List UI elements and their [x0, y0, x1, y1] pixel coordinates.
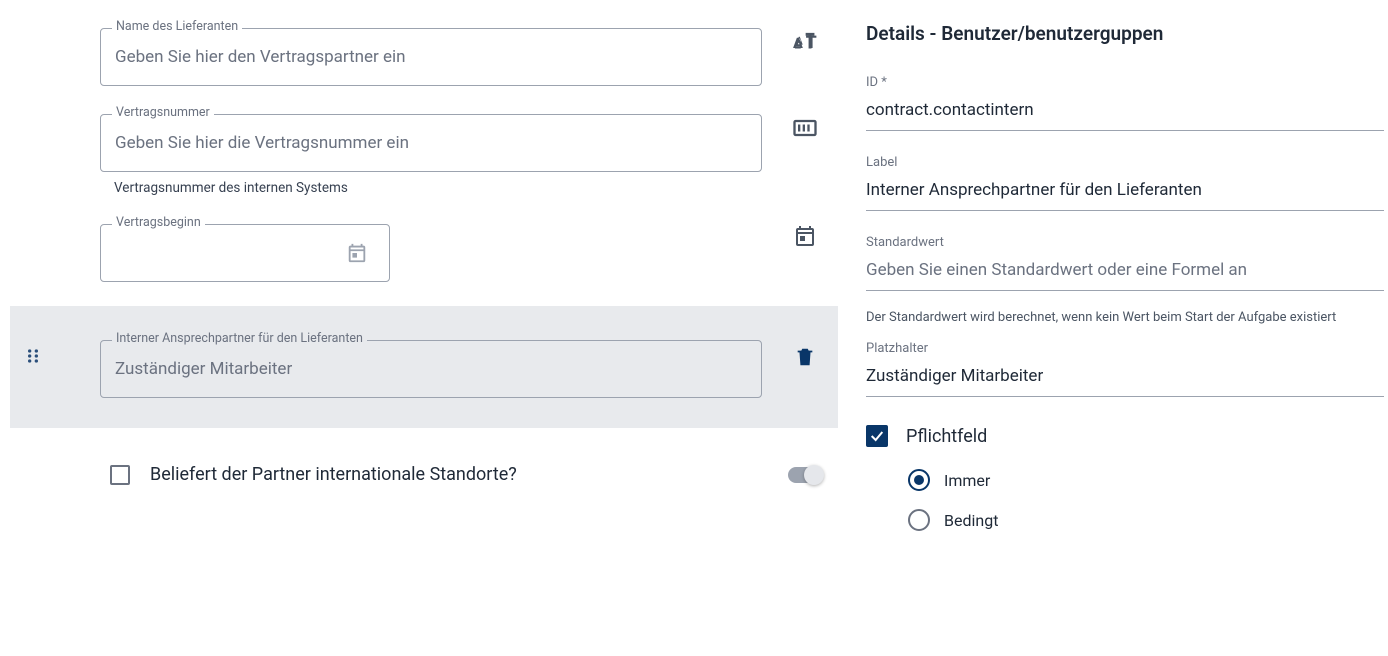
- field-row-supplier-name[interactable]: Name des Lieferanten: [10, 0, 838, 86]
- details-panel: Details - Benutzer/benutzerguppen ID * L…: [838, 0, 1388, 656]
- checkbox-label: Beliefert der Partner internationale Sta…: [150, 464, 782, 485]
- field-row-internal-contact-selected[interactable]: Interner Ansprechpartner für den Liefera…: [10, 306, 838, 428]
- radio-selected-icon: [908, 469, 930, 491]
- label-input[interactable]: [866, 174, 1384, 211]
- field-label: Vertragsnummer: [112, 105, 214, 120]
- placeholder-label: Platzhalter: [866, 341, 1384, 356]
- field-row-contract-start[interactable]: Vertragsbeginn: [10, 196, 838, 282]
- radio-conditional[interactable]: Bedingt: [908, 509, 1388, 531]
- number-icon[interactable]: [791, 114, 819, 142]
- supplier-name-input[interactable]: [100, 28, 762, 86]
- details-title: Details - Benutzer/benutzerguppen: [866, 22, 1388, 45]
- label-label: Label: [866, 155, 1384, 170]
- default-input[interactable]: [866, 254, 1384, 291]
- toggle-switch[interactable]: [788, 467, 822, 483]
- mandatory-radio-group: Immer Bedingt: [866, 469, 1388, 531]
- field-row-international[interactable]: Beliefert der Partner internationale Sta…: [10, 428, 838, 521]
- field-label: Vertragsbeginn: [112, 215, 205, 230]
- checkbox-checked-icon[interactable]: [866, 425, 888, 447]
- contract-start-input[interactable]: [100, 224, 390, 282]
- form-designer-canvas: Name des Lieferanten Vertragsnummer Vert…: [0, 0, 838, 656]
- drag-handle-icon[interactable]: [10, 312, 56, 366]
- delete-icon[interactable]: [794, 346, 816, 368]
- id-label: ID *: [866, 75, 1384, 90]
- default-hint: Der Standardwert wird berechnet, wenn ke…: [866, 299, 1388, 341]
- default-label: Standardwert: [866, 235, 1384, 250]
- radio-unselected-icon: [908, 509, 930, 531]
- field-row-contract-number[interactable]: Vertragsnummer Vertragsnummer des intern…: [10, 86, 838, 196]
- checkbox-unchecked[interactable]: [110, 465, 130, 485]
- mandatory-label: Pflichtfeld: [906, 426, 987, 447]
- field-label: Name des Lieferanten: [112, 19, 242, 34]
- field-hint: Vertragsnummer des internen Systems: [100, 172, 762, 196]
- placeholder-input[interactable]: [866, 360, 1384, 397]
- contract-number-input[interactable]: [100, 114, 762, 172]
- field-label: Interner Ansprechpartner für den Liefera…: [112, 331, 367, 346]
- mandatory-checkbox-row[interactable]: Pflichtfeld: [866, 425, 1388, 447]
- internal-contact-input[interactable]: [100, 340, 762, 398]
- radio-always[interactable]: Immer: [908, 469, 1388, 491]
- text-format-icon[interactable]: [792, 28, 818, 54]
- date-type-icon[interactable]: [793, 224, 817, 248]
- id-input[interactable]: [866, 94, 1384, 131]
